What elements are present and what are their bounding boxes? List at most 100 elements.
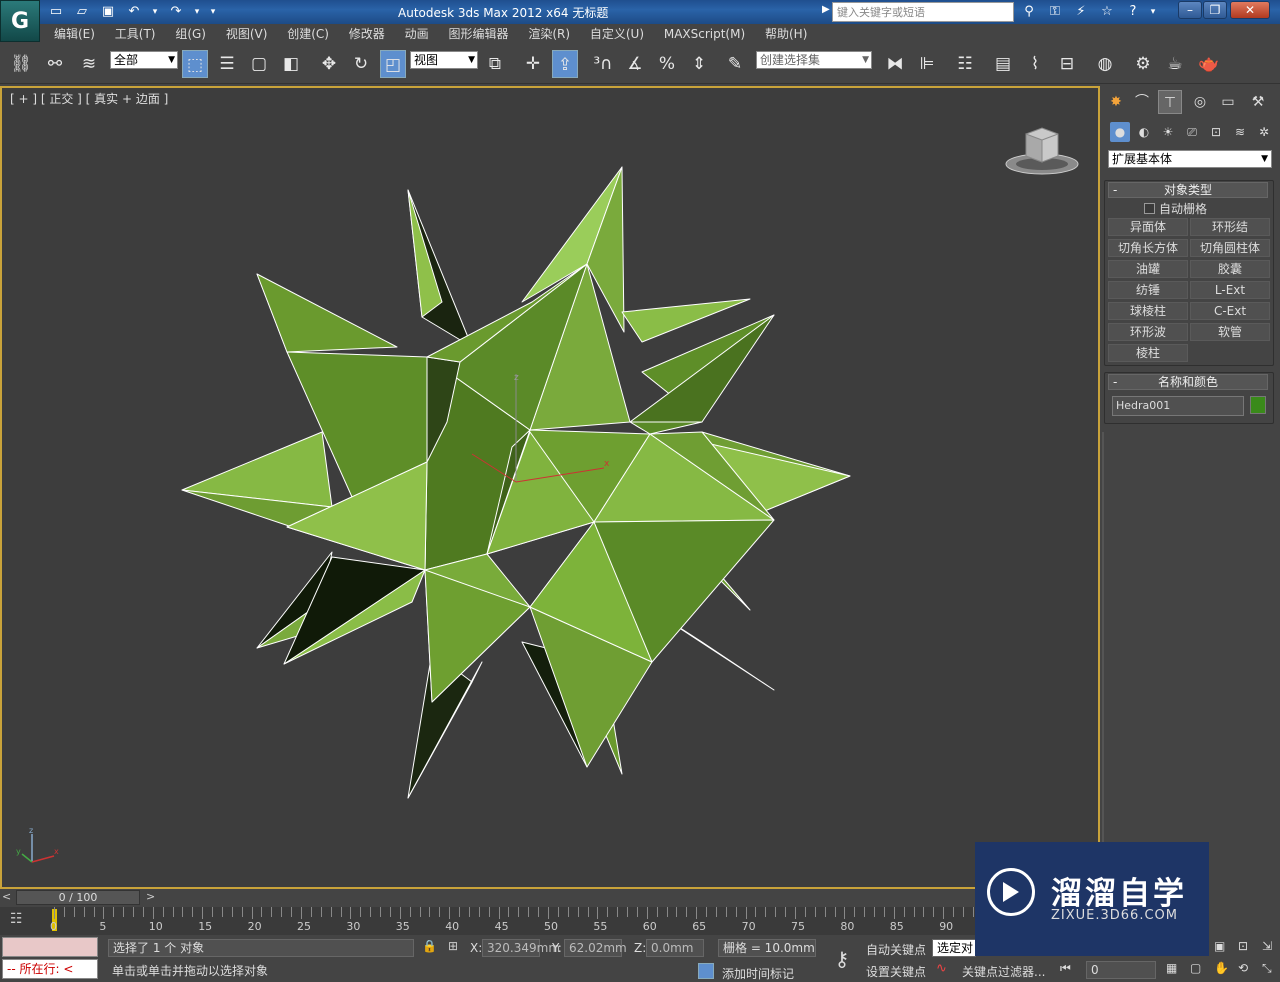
hedra-button[interactable]: 异面体 (1108, 218, 1188, 236)
redo-dropdown-icon[interactable]: ▾ (192, 2, 202, 22)
bind-space-warp-icon[interactable]: ≋ (76, 50, 102, 78)
graphite-tools-icon[interactable]: ▤ (990, 50, 1016, 78)
selection-filter-dropdown[interactable]: 全部 ▼ (110, 51, 178, 69)
link-icon[interactable]: ⛓ (8, 50, 34, 78)
select-by-name-icon[interactable]: ☰ (214, 50, 240, 78)
help-icon[interactable]: ? (1122, 2, 1144, 22)
rendered-frame-icon[interactable]: ☕ (1162, 50, 1188, 78)
field-of-view-icon[interactable]: ▢ (1190, 961, 1201, 975)
hierarchy-tab-icon[interactable]: ⊤ (1158, 90, 1182, 114)
window-crossing-icon[interactable]: ◧ (278, 50, 304, 78)
open-file-icon[interactable]: ▱ (72, 2, 92, 22)
maximize-button[interactable]: ❐ (1203, 1, 1227, 19)
filmstrip-icon[interactable]: ☷ (10, 911, 23, 927)
lock-icon[interactable]: 🔒 (422, 939, 437, 953)
c-ext-button[interactable]: C-Ext (1190, 302, 1270, 320)
time-config-icon[interactable]: ▦ (1166, 961, 1177, 975)
named-selection-dropdown[interactable]: 创建选择集 ▼ (756, 51, 872, 69)
time-next-icon[interactable]: > (146, 890, 155, 903)
key-filters-button[interactable]: 关键点过滤器... (962, 963, 1045, 980)
set-key-button[interactable]: 设置关键点 (866, 963, 926, 980)
spinner-snap-icon[interactable]: ⇕ (686, 50, 712, 78)
menu-graph-editors[interactable]: 图形编辑器 (440, 24, 516, 44)
zoom-extents-icon[interactable]: ▣ (1214, 939, 1225, 953)
customize-qa-icon[interactable]: ▾ (208, 2, 218, 22)
zoom-all-icon[interactable]: ⊡ (1238, 939, 1248, 953)
curve-editor-icon[interactable]: ⌇ (1022, 50, 1048, 78)
x-coord-input[interactable]: 320.349mm (482, 939, 560, 957)
angle-snap-icon[interactable]: ∡ (622, 50, 648, 78)
object-type-header[interactable]: - 对象类型 (1108, 182, 1268, 198)
create-tab-icon[interactable]: ✸ (1104, 90, 1128, 114)
stellated-hedra-object[interactable]: z x z x y (2, 88, 1098, 887)
save-icon[interactable]: ▣ (98, 2, 118, 22)
perspective-viewport[interactable]: [ + ] [ 正交 ] [ 真实 + 边面 ] z x z x y (0, 86, 1100, 889)
oiltank-button[interactable]: 油罐 (1108, 260, 1188, 278)
render-teapot-icon[interactable]: 🫖 (1196, 50, 1222, 78)
align-icon[interactable]: ⊫ (914, 50, 940, 78)
motion-tab-icon[interactable]: ◎ (1188, 90, 1212, 114)
scale-icon[interactable]: ◰ (380, 50, 406, 78)
space-warps-icon[interactable]: ≋ (1230, 122, 1250, 142)
capsule-button[interactable]: 胶囊 (1190, 260, 1270, 278)
menu-customize[interactable]: 自定义(U) (582, 24, 652, 44)
menu-group[interactable]: 组(G) (167, 24, 214, 44)
y-coord-input[interactable]: 62.02mm (564, 939, 627, 957)
unlink-icon[interactable]: ⚯ (42, 50, 68, 78)
rotate-icon[interactable]: ↻ (348, 50, 374, 78)
select-object-icon[interactable]: ⬚ (182, 50, 208, 78)
rect-selection-icon[interactable]: ▢ (246, 50, 272, 78)
menu-maxscript[interactable]: MAXScript(M) (656, 24, 753, 44)
orbit-icon[interactable]: ⟲ (1238, 961, 1248, 975)
primitive-type-dropdown[interactable]: 扩展基本体 ▼ (1108, 150, 1272, 168)
set-key-big-icon[interactable]: ⚷ (824, 943, 860, 975)
chamfer-box-button[interactable]: 切角长方体 (1108, 239, 1188, 257)
menu-rendering[interactable]: 渲染(R) (520, 24, 578, 44)
search-expand-icon[interactable]: ▶ (822, 4, 830, 15)
viewcube-icon[interactable] (1004, 126, 1080, 176)
maxscript-mini[interactable]: -- 所在行: < (2, 959, 98, 979)
reference-coord-dropdown[interactable]: 视图 ▼ (410, 51, 478, 69)
l-ext-button[interactable]: L-Ext (1190, 281, 1270, 299)
menu-create[interactable]: 创建(C) (279, 24, 337, 44)
menu-tools[interactable]: 工具(T) (107, 24, 164, 44)
absolute-mode-icon[interactable]: ⊞ (448, 939, 458, 953)
edit-named-selection-icon[interactable]: ✎ (722, 50, 748, 78)
maxscript-listener[interactable] (2, 937, 98, 957)
undo-icon[interactable]: ↶ (124, 2, 144, 22)
star-icon[interactable]: ☆ (1096, 2, 1118, 22)
helpers-icon[interactable]: ⊡ (1206, 122, 1226, 142)
redo-icon[interactable]: ↷ (166, 2, 186, 22)
menu-animation[interactable]: 动画 (397, 24, 437, 44)
new-file-icon[interactable]: ▭ (46, 2, 66, 22)
selected-filter-dropdown[interactable]: 选定对 (932, 939, 976, 957)
auto-key-button[interactable]: 自动关键点 (866, 941, 926, 958)
object-name-input[interactable]: Hedra001 (1112, 396, 1244, 416)
key-icon[interactable]: ⚿ (1044, 2, 1066, 22)
torus-knot-button[interactable]: 环形结 (1190, 218, 1270, 236)
pivot-center-icon[interactable]: ⧉ (482, 50, 508, 78)
render-setup-icon[interactable]: ⚙ (1130, 50, 1156, 78)
add-time-tag[interactable]: 添加时间标记 (722, 965, 794, 982)
gengon-button[interactable]: 球棱柱 (1108, 302, 1188, 320)
modify-tab-icon[interactable]: ⌒ (1130, 90, 1154, 114)
snaps-toggle-icon[interactable]: ³∩ (590, 50, 616, 78)
mirror-icon[interactable]: ⧓ (882, 50, 908, 78)
material-editor-icon[interactable]: ◍ (1092, 50, 1118, 78)
pan-icon[interactable]: ✋ (1214, 961, 1229, 975)
ringwave-button[interactable]: 环形波 (1108, 323, 1188, 341)
shapes-icon[interactable]: ◐ (1134, 122, 1154, 142)
app-logo-button[interactable]: G (0, 0, 40, 42)
binoculars-icon[interactable]: ⚲ (1018, 2, 1040, 22)
select-manipulate-icon[interactable]: ✛ (520, 50, 546, 78)
chamfer-cyl-button[interactable]: 切角圆柱体 (1190, 239, 1270, 257)
z-coord-input[interactable]: 0.0mm (646, 939, 704, 957)
panel-scrollbar[interactable] (1102, 432, 1104, 842)
time-prev-icon[interactable]: < (2, 890, 11, 903)
add-time-tag-icon[interactable] (698, 963, 714, 979)
schematic-view-icon[interactable]: ⊟ (1054, 50, 1080, 78)
layer-manager-icon[interactable]: ☷ (952, 50, 978, 78)
menu-edit[interactable]: 编辑(E) (46, 24, 103, 44)
geometry-icon[interactable]: ● (1110, 122, 1130, 142)
percent-snap-icon[interactable]: % (654, 50, 680, 78)
